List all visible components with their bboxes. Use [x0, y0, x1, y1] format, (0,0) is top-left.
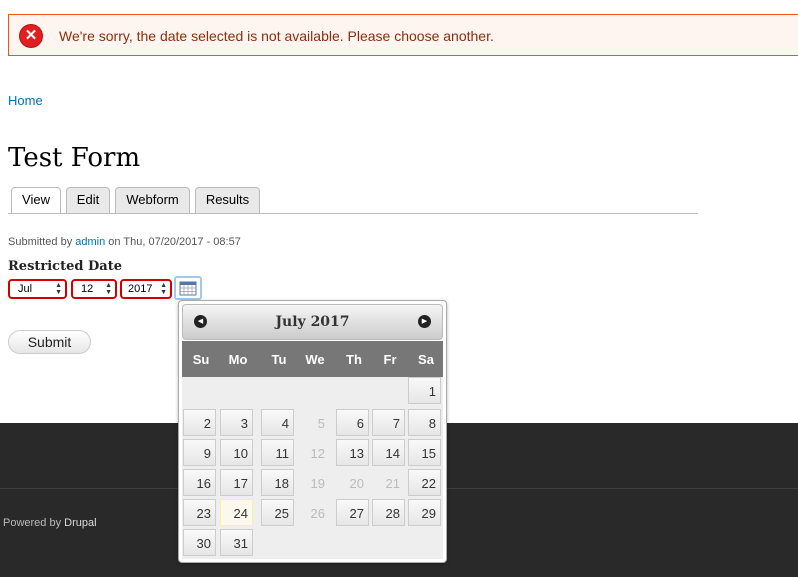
- author-link[interactable]: admin: [75, 236, 105, 248]
- month-value: Jul: [18, 283, 33, 295]
- calendar-day[interactable]: 7: [372, 409, 405, 436]
- submitted-prefix: Submitted by: [8, 236, 73, 248]
- weekday-sa: Sa: [418, 352, 434, 367]
- weekday-fr: Fr: [383, 352, 397, 367]
- calendar-day[interactable]: 22: [408, 469, 441, 496]
- calendar-day[interactable]: 16: [183, 469, 216, 496]
- weekday-su: Su: [192, 352, 210, 367]
- calendar-button[interactable]: [174, 276, 202, 300]
- select-arrows-icon: ▲ ▼: [160, 282, 167, 296]
- submitted-info: Submitted by admin on Thu, 07/20/2017 - …: [8, 236, 241, 248]
- powered-by-text: Powered by: [3, 517, 62, 529]
- calendar-day[interactable]: 11: [261, 439, 294, 466]
- calendar-day[interactable]: 4: [261, 409, 294, 436]
- calendar-day: 21: [385, 476, 400, 491]
- weekday-tu: Tu: [271, 352, 287, 367]
- calendar-day[interactable]: 10: [220, 439, 253, 466]
- calendar-day[interactable]: 14: [372, 439, 405, 466]
- weekday-we: We: [305, 352, 325, 367]
- calendar-day[interactable]: 9: [183, 439, 216, 466]
- calendar-day[interactable]: 17: [220, 469, 253, 496]
- select-arrows-icon: ▲ ▼: [55, 282, 62, 296]
- calendar-day[interactable]: 31: [220, 529, 253, 556]
- calendar-day[interactable]: 6: [336, 409, 369, 436]
- calendar-day[interactable]: 28: [372, 499, 405, 526]
- calendar-day: 26: [310, 506, 325, 521]
- calendar-day[interactable]: 25: [261, 499, 294, 526]
- breadcrumb-home-link[interactable]: Home: [8, 93, 43, 108]
- calendar-day[interactable]: 24: [220, 499, 253, 526]
- calendar-day: 19: [310, 476, 325, 491]
- tab-edit[interactable]: Edit: [66, 187, 110, 213]
- day-select[interactable]: 12 ▲ ▼: [71, 279, 117, 299]
- calendar-day[interactable]: 3: [220, 409, 253, 436]
- calendar-icon: [179, 281, 197, 296]
- submit-button[interactable]: Submit: [8, 330, 91, 354]
- month-select[interactable]: Jul ▲ ▼: [8, 279, 67, 299]
- calendar-day[interactable]: 8: [408, 409, 441, 436]
- tab-webform[interactable]: Webform: [115, 187, 190, 213]
- calendar-day[interactable]: 23: [183, 499, 216, 526]
- weekday-th: Th: [346, 352, 362, 367]
- select-arrows-icon: ▲ ▼: [105, 282, 112, 296]
- restricted-date-label: Restricted Date: [8, 259, 122, 274]
- calendar-day: 12: [310, 446, 325, 461]
- error-message: ✕ We're sorry, the date selected is not …: [8, 14, 798, 56]
- datepicker-header: ◀ July 2017 ▶: [182, 304, 443, 340]
- weekday-header: Su Mo Tu We Th Fr Sa: [182, 341, 443, 377]
- calendar-day[interactable]: 27: [336, 499, 369, 526]
- datepicker-grid: 1 2 3 4 5 6 7 8 9 10 11 12 13 14 15 16 17 18 19 20 21 22 23 24 2…: [182, 377, 443, 559]
- calendar-day[interactable]: 29: [408, 499, 441, 526]
- tabs-divider: [8, 213, 698, 214]
- weekday-mo: Mo: [228, 352, 248, 367]
- submitted-date: on Thu, 07/20/2017 - 08:57: [108, 236, 241, 248]
- calendar-day: 5: [317, 416, 325, 431]
- page-title: Test Form: [8, 143, 141, 173]
- calendar-day[interactable]: 15: [408, 439, 441, 466]
- datepicker-title: July 2017: [275, 314, 350, 330]
- next-month-icon[interactable]: ▶: [418, 315, 431, 328]
- error-message-text: We're sorry, the date selected is not av…: [59, 28, 494, 44]
- tab-view[interactable]: View: [11, 187, 61, 214]
- powered-by: Powered by Drupal: [3, 517, 97, 529]
- datepicker: ◀ July 2017 ▶ Su Mo Tu We Th Fr Sa 1 2 3 4 5 6 7 8 9 10…: [178, 300, 447, 563]
- calendar-day[interactable]: 1: [408, 377, 441, 404]
- calendar-day[interactable]: 13: [336, 439, 369, 466]
- year-value: 2017: [128, 283, 153, 295]
- calendar-day: 20: [349, 476, 364, 491]
- drupal-link[interactable]: Drupal: [64, 517, 96, 529]
- year-select[interactable]: 2017 ▲ ▼: [120, 279, 172, 299]
- calendar-day[interactable]: 30: [183, 529, 216, 556]
- error-icon: ✕: [20, 25, 42, 47]
- tab-results[interactable]: Results: [195, 187, 260, 213]
- calendar-day[interactable]: 2: [183, 409, 216, 436]
- calendar-day[interactable]: 18: [261, 469, 294, 496]
- day-value: 12: [81, 283, 94, 295]
